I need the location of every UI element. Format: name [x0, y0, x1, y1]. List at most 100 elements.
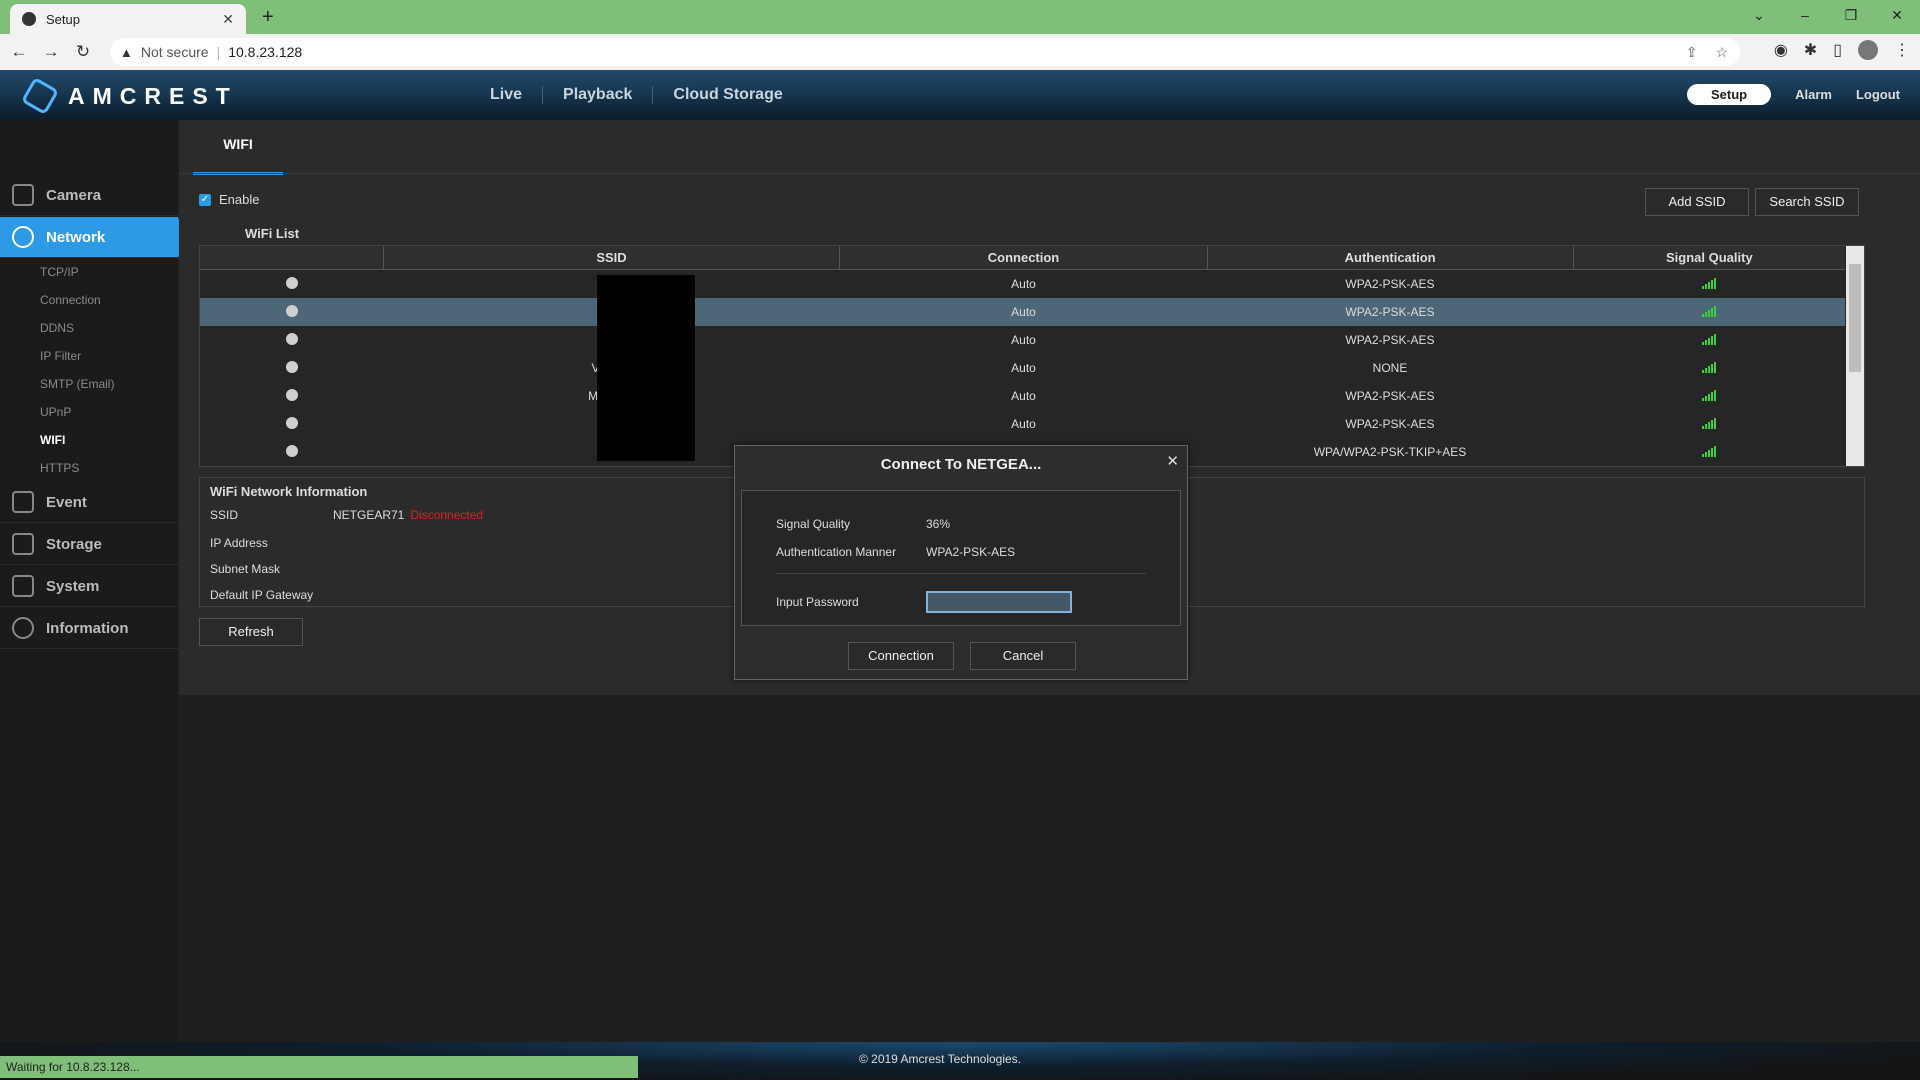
nav-playback[interactable]: Playback [543, 86, 654, 104]
add-ssid-button[interactable]: Add SSID [1645, 188, 1749, 216]
network-globe-icon [12, 226, 34, 248]
browser-tab[interactable]: Setup ✕ [10, 4, 246, 34]
sidebar-item-event[interactable]: Event [0, 482, 178, 523]
sidebar-item-system[interactable]: System [0, 566, 178, 607]
sidebar-subitem-https[interactable]: HTTPS [40, 461, 79, 475]
sidebar-subitem-connection[interactable]: Connection [40, 293, 101, 307]
col-select [200, 246, 384, 269]
sidebar-item-label: System [46, 577, 100, 595]
side-panel-icon[interactable]: ▯ [1833, 40, 1842, 60]
radio-dot-icon[interactable] [285, 304, 298, 317]
cancel-button[interactable]: Cancel [970, 642, 1076, 670]
table-row[interactable]: WiFAutoWPA2-PSK-AES [200, 326, 1845, 354]
logout-link[interactable]: Logout [1856, 87, 1900, 102]
tab-search-icon[interactable]: ⌄ [1736, 0, 1782, 30]
scrollbar-thumb[interactable] [1849, 264, 1861, 372]
table-row[interactable]: NETAutoWPA2-PSK-AES [200, 298, 1845, 326]
refresh-button[interactable]: Refresh [199, 618, 303, 646]
enable-checkbox[interactable]: ✓ [199, 193, 211, 206]
sidebar-subitem-upnp[interactable]: UPnP [40, 405, 71, 419]
reload-icon[interactable]: ↻ [70, 42, 96, 62]
tab-title: Setup [46, 11, 80, 27]
sidebar-item-label: Information [46, 619, 129, 637]
signal-quality-value: 36% [926, 517, 951, 531]
alarm-link[interactable]: Alarm [1795, 87, 1832, 102]
sidebar-subitem-wifi[interactable]: WIFI [40, 433, 65, 447]
radio-dot-icon[interactable] [285, 360, 298, 373]
radio-dot-icon[interactable] [285, 388, 298, 401]
browser-status-bar: Waiting for 10.8.23.128... [0, 1056, 638, 1078]
browser-toolbar: ← → ↻ ▲ Not secure | 10.8.23.128 ⇪ ☆ ◉ ✱… [0, 34, 1920, 70]
logo-text: AMCREST [68, 82, 238, 109]
signal-cell [1573, 333, 1845, 348]
extension-shield-icon[interactable]: ◉ [1774, 40, 1788, 60]
setup-button[interactable]: Setup [1686, 84, 1772, 105]
table-row[interactable]: MaAutoWPA2-PSK-AES [200, 270, 1845, 298]
password-input[interactable] [926, 591, 1072, 613]
forward-icon[interactable]: → [38, 42, 64, 62]
signal-bars-icon [1702, 277, 1716, 289]
tab-divider [179, 173, 1920, 174]
sidebar-item-network[interactable]: Network [0, 217, 184, 258]
restore-icon[interactable]: ❐ [1828, 0, 1874, 30]
top-nav: Live Playback Cloud Storage [470, 86, 803, 104]
sidebar-subitem-smtp[interactable]: SMTP (Email) [40, 377, 114, 391]
profile-avatar[interactable] [1858, 40, 1878, 60]
puzzle-icon[interactable]: ✱ [1804, 40, 1817, 60]
sidebar-item-information[interactable]: Information [0, 608, 178, 649]
enable-checkbox-row[interactable]: ✓ Enable [199, 192, 259, 207]
new-tab-button[interactable]: + [262, 6, 274, 29]
signal-cell [1573, 305, 1845, 320]
info-icon [12, 617, 34, 639]
tab-close-icon[interactable]: ✕ [222, 11, 234, 28]
close-window-icon[interactable]: ✕ [1874, 0, 1920, 30]
table-row[interactable]: MySpectAutoWPA2-PSK-AES [200, 382, 1845, 410]
info-title: WiFi Network Information [210, 484, 368, 499]
authentication-cell: WPA2-PSK-AES [1345, 333, 1435, 347]
info-ssid-value: NETGEAR71 [333, 508, 405, 522]
col-ssid: SSID [384, 246, 841, 269]
address-bar[interactable]: ▲ Not secure | 10.8.23.128 ⇪ ☆ [110, 38, 1740, 66]
row-select-cell [200, 332, 383, 348]
table-row[interactable]: DoAutoWPA2-PSK-AES [200, 410, 1845, 438]
sidebar-subitem-tcpip[interactable]: TCP/IP [40, 265, 79, 279]
minimize-icon[interactable]: – [1782, 0, 1828, 30]
table-header: SSID Connection Authentication Signal Qu… [200, 246, 1845, 270]
signal-cell [1573, 445, 1845, 460]
search-ssid-button[interactable]: Search SSID [1755, 188, 1859, 216]
menu-kebab-icon[interactable]: ⋮ [1894, 40, 1910, 60]
authentication-cell: WPA2-PSK-AES [1345, 277, 1435, 291]
nav-cloud-storage[interactable]: Cloud Storage [653, 86, 802, 104]
radio-dot-icon[interactable] [285, 444, 298, 457]
dialog-body: Signal Quality 36% Authentication Manner… [741, 490, 1181, 626]
sidebar-item-camera[interactable]: Camera [0, 175, 178, 216]
bookmark-star-icon[interactable]: ☆ [1715, 44, 1728, 61]
url-text[interactable]: 10.8.23.128 [228, 44, 302, 60]
table-row[interactable]: VIZIOCAutoNONE [200, 354, 1845, 382]
row-select-cell [200, 388, 383, 404]
tab-wifi[interactable]: WIFI [193, 120, 283, 175]
share-icon[interactable]: ⇪ [1686, 44, 1698, 61]
logo-mark-icon [20, 76, 60, 116]
radio-dot-icon[interactable] [285, 276, 298, 289]
connection-cell: Auto [1011, 389, 1036, 403]
back-icon[interactable]: ← [6, 42, 32, 62]
connection-button[interactable]: Connection [848, 642, 954, 670]
sidebar-item-storage[interactable]: Storage [0, 524, 178, 565]
table-scrollbar[interactable] [1846, 246, 1864, 466]
info-ip-label: IP Address [210, 536, 268, 550]
connect-dialog: Connect To NETGEA... ✕ Signal Quality 36… [734, 445, 1188, 680]
enable-label: Enable [219, 192, 260, 207]
signal-cell [1573, 417, 1845, 432]
radio-dot-icon[interactable] [285, 416, 298, 429]
sidebar-subitem-ddns[interactable]: DDNS [40, 321, 74, 335]
sidebar-subitem-ip-filter[interactable]: IP Filter [40, 349, 81, 363]
wifi-list-label: WiFi List [245, 226, 300, 241]
redaction-block [597, 275, 695, 461]
auth-manner-value: WPA2-PSK-AES [926, 545, 1016, 559]
dialog-close-icon[interactable]: ✕ [1166, 452, 1179, 470]
sidebar-item-label: Network [46, 228, 106, 246]
radio-dot-icon[interactable] [285, 332, 298, 345]
top-right-nav: Setup Alarm Logout [1686, 84, 1900, 105]
nav-live[interactable]: Live [470, 86, 544, 104]
